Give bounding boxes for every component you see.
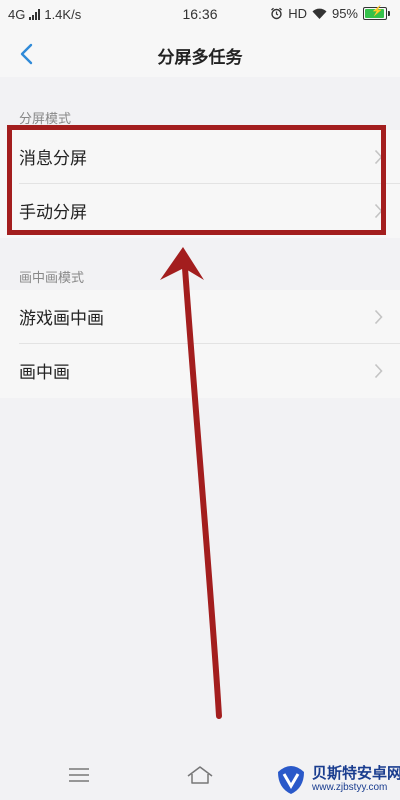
list-item-label: 手动分屏 — [19, 203, 87, 223]
home-button[interactable] — [186, 765, 214, 789]
list-item-message-split[interactable]: 消息分屏 — [0, 130, 400, 184]
section-pip-mode: 游戏画中画 画中画 — [0, 290, 400, 398]
title-bar: 分屏多任务 — [0, 30, 400, 77]
list-item-manual-split[interactable]: 手动分屏 — [0, 184, 400, 238]
wifi-icon — [312, 8, 327, 19]
status-bar: 4G 1.4K/s 16:36 HD 95% ⚡ — [0, 0, 400, 30]
menu-icon — [69, 768, 89, 782]
watermark-url: www.zjbstyy.com — [312, 782, 388, 793]
alarm-icon — [271, 7, 283, 20]
battery-percent: 95% — [331, 6, 358, 21]
section-header-split-mode: 分屏模式 — [19, 112, 72, 127]
section-split-mode: 消息分屏 手动分屏 — [0, 130, 400, 238]
home-icon — [187, 766, 213, 784]
chevron-right-icon — [374, 309, 383, 325]
section-header-pip-mode: 画中画模式 — [19, 271, 85, 286]
list-item-label: 游戏画中画 — [19, 309, 104, 329]
page-title: 分屏多任务 — [157, 48, 243, 68]
chevron-right-icon — [374, 203, 383, 219]
menu-button[interactable] — [68, 767, 90, 787]
list-item-game-pip[interactable]: 游戏画中画 — [0, 290, 400, 344]
status-right: HD 95% ⚡ — [270, 6, 390, 21]
list-item-pip[interactable]: 画中画 — [0, 344, 400, 398]
chevron-right-icon — [374, 363, 383, 379]
battery-icon: ⚡ — [363, 6, 390, 20]
hd-indicator: HD — [288, 6, 307, 21]
watermark-name: 贝斯特安卓网 — [312, 764, 400, 782]
watermark: 贝斯特安卓网 www.zjbstyy.com — [274, 760, 400, 800]
list-item-label: 消息分屏 — [19, 149, 87, 169]
watermark-logo-icon — [278, 766, 304, 794]
chevron-right-icon — [374, 149, 383, 165]
list-item-label: 画中画 — [19, 363, 70, 383]
